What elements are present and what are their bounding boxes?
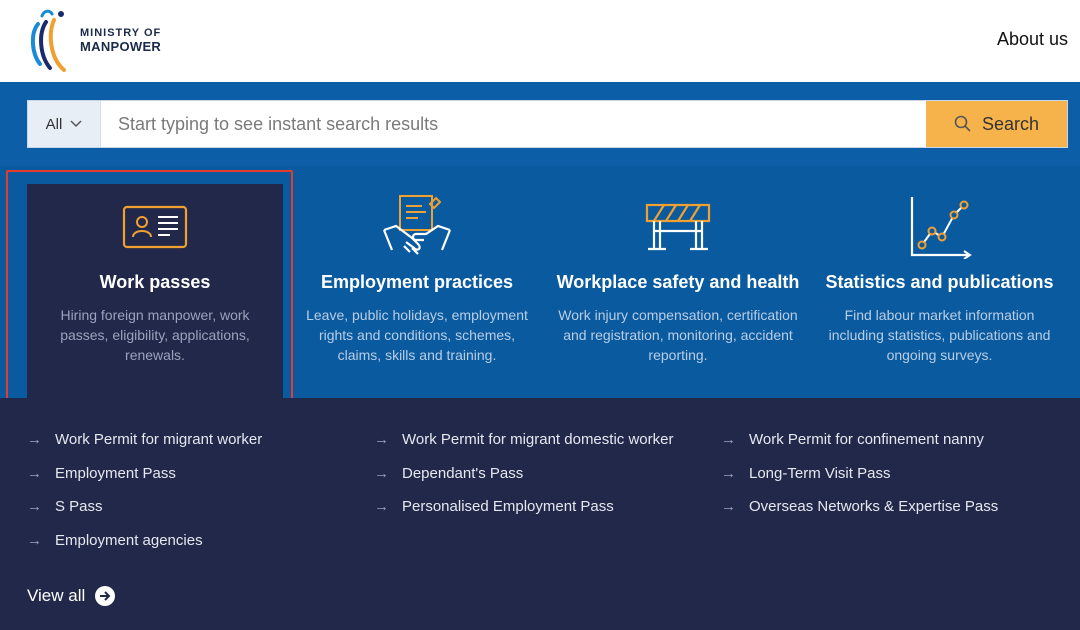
link-label: S Pass [55, 498, 103, 515]
category-title: Work passes [99, 272, 211, 292]
category-statistics[interactable]: Statistics and publications Find labour … [817, 184, 1062, 398]
link-work-permit-migrant-worker[interactable]: → Work Permit for migrant worker [27, 431, 262, 448]
link-label: Work Permit for confinement nanny [749, 431, 984, 448]
link-personalised-employment-pass[interactable]: → Personalised Employment Pass [374, 498, 614, 515]
work-passes-links-panel: → Work Permit for migrant worker → Emplo… [0, 398, 1080, 630]
logo-text: MINISTRY OF MANPOWER [80, 26, 161, 54]
search-scope-dropdown[interactable]: All [28, 101, 101, 147]
link-label: Employment agencies [55, 532, 203, 549]
arrow-right-icon: → [721, 498, 736, 515]
view-all-label: View all [27, 586, 86, 605]
chevron-down-icon [70, 120, 82, 128]
link-label: Long-Term Visit Pass [749, 465, 891, 482]
line-chart-icon [910, 197, 972, 259]
link-label: Work Permit for migrant domestic worker [402, 431, 674, 448]
link-label: Dependant's Pass [402, 465, 524, 482]
barrier-icon [645, 203, 711, 251]
search-scope-label: All [45, 115, 63, 133]
arrow-right-icon: → [721, 465, 736, 482]
link-label: Employment Pass [55, 465, 176, 482]
arrow-right-icon: → [27, 532, 42, 549]
id-card-icon [122, 205, 188, 249]
handshake-document-icon [382, 195, 452, 255]
link-employment-pass[interactable]: → Employment Pass [27, 465, 176, 482]
category-title: Statistics and publications [825, 272, 1054, 292]
arrow-right-icon: → [721, 431, 736, 448]
link-label: Personalised Employment Pass [402, 498, 614, 515]
arrow-right-icon: → [27, 498, 42, 515]
category-title: Employment practices [320, 272, 514, 292]
arrow-circle-right-icon [95, 586, 116, 606]
search-input[interactable] [101, 101, 926, 147]
category-description: Work injury compensation, certification … [558, 307, 798, 363]
link-dependants-pass[interactable]: → Dependant's Pass [374, 465, 523, 482]
arrow-right-icon: → [374, 498, 389, 515]
link-work-permit-confinement-nanny[interactable]: → Work Permit for confinement nanny [721, 431, 984, 448]
search-bar: All Search [27, 100, 1068, 148]
main-band: All Search Work [0, 82, 1080, 398]
category-description: Leave, public holidays, employment right… [306, 307, 528, 363]
logo-line1: MINISTRY OF [80, 27, 162, 39]
logo-line2: MANPOWER [80, 39, 162, 54]
site-header: MINISTRY OF MANPOWER About us [0, 0, 1080, 82]
category-description: Find labour market information including… [828, 307, 1051, 363]
arrow-right-icon: → [27, 465, 42, 482]
link-s-pass[interactable]: → S Pass [27, 498, 103, 515]
category-employment-practices[interactable]: Employment practices Leave, public holid… [295, 184, 539, 398]
arrow-right-icon: → [374, 431, 389, 448]
search-button[interactable]: Search [926, 101, 1067, 147]
search-band: All Search [0, 82, 1080, 166]
search-icon [954, 115, 971, 132]
link-work-permit-domestic-worker[interactable]: → Work Permit for migrant domestic worke… [374, 431, 673, 448]
category-workplace-safety[interactable]: Workplace safety and health Work injury … [547, 184, 809, 398]
arrow-right-icon: → [374, 465, 389, 482]
link-label: Work Permit for migrant worker [55, 431, 263, 448]
link-overseas-networks-pass[interactable]: → Overseas Networks & Expertise Pass [721, 498, 998, 515]
category-work-passes[interactable]: Work passes Hiring foreign manpower, wor… [27, 184, 283, 398]
about-us-link[interactable]: About us [997, 29, 1068, 50]
arrow-right-icon: → [27, 431, 42, 448]
mom-logo-icon [31, 9, 66, 72]
link-label: Overseas Networks & Expertise Pass [749, 498, 999, 515]
category-title: Workplace safety and health [556, 272, 800, 292]
link-employment-agencies[interactable]: → Employment agencies [27, 532, 203, 549]
view-all-link[interactable]: View all [27, 586, 116, 606]
mom-logo[interactable]: MINISTRY OF MANPOWER [24, 6, 161, 74]
category-description: Hiring foreign manpower, work passes, el… [60, 307, 250, 363]
search-button-label: Search [981, 113, 1040, 134]
link-long-term-visit-pass[interactable]: → Long-Term Visit Pass [721, 465, 890, 482]
